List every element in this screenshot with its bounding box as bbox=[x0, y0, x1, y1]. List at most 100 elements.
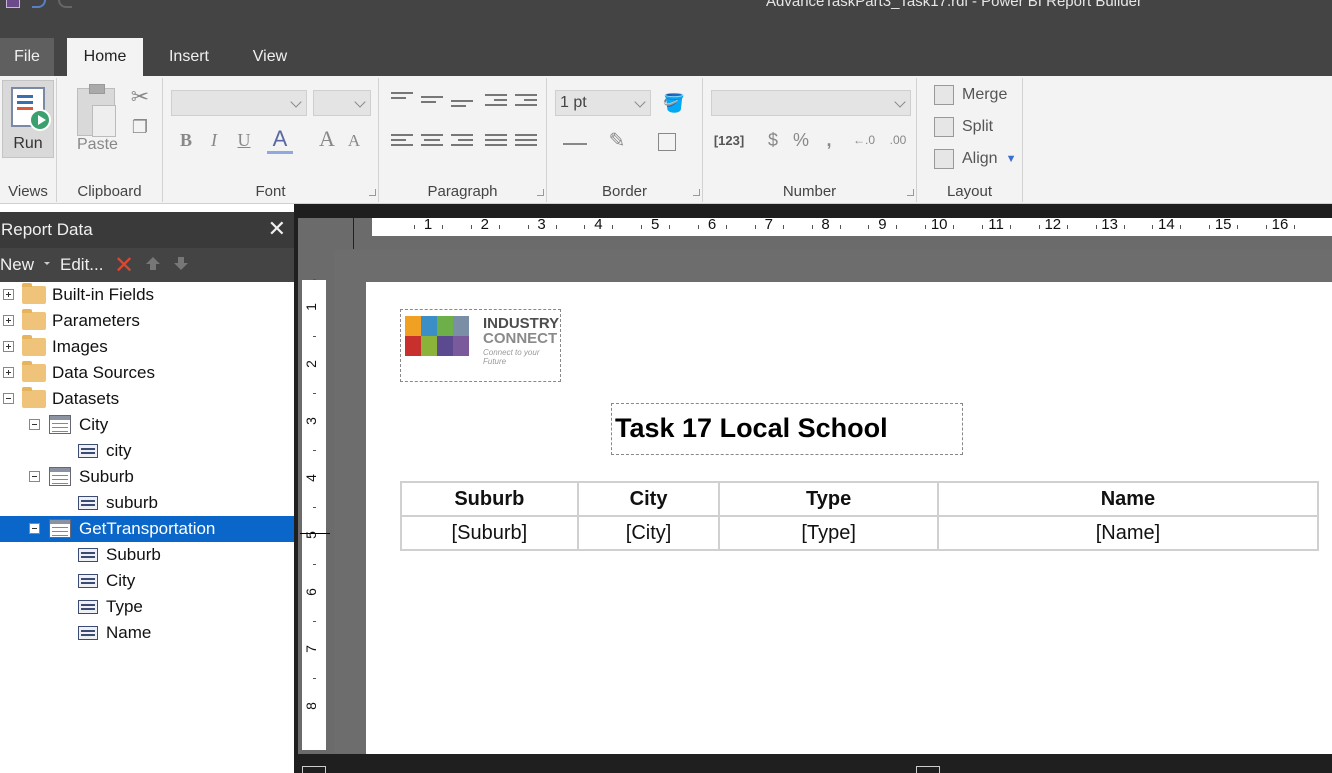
border-color-icon[interactable]: ✎ bbox=[599, 126, 635, 154]
currency-button[interactable]: $ bbox=[761, 128, 785, 152]
tree-node-built-in-fields[interactable]: Built-in Fields bbox=[0, 282, 294, 308]
ruler-number: 7 bbox=[764, 216, 773, 233]
number-group-label: Number bbox=[782, 183, 837, 200]
tree-node-field-name[interactable]: Name bbox=[0, 620, 294, 646]
border-style-icon[interactable] bbox=[557, 134, 593, 154]
tree-node-images[interactable]: Images bbox=[0, 334, 294, 360]
underline-button[interactable]: U bbox=[233, 128, 255, 152]
paragraph-dialog-launcher-icon[interactable] bbox=[537, 189, 544, 196]
tree-node-dataset-suburb[interactable]: Suburb bbox=[0, 464, 294, 490]
header-cell-type[interactable]: Type bbox=[718, 481, 939, 517]
tree-node-field-city[interactable]: City bbox=[0, 568, 294, 594]
font-color-button[interactable]: A bbox=[267, 126, 293, 154]
paste-button[interactable]: Paste bbox=[77, 136, 118, 154]
data-cell-name[interactable]: [Name] bbox=[936, 515, 1320, 551]
tree-node-datasets[interactable]: Datasets bbox=[0, 386, 294, 412]
expand-icon[interactable] bbox=[3, 367, 14, 378]
tree-node-field-city[interactable]: city bbox=[0, 438, 294, 464]
paragraph-group: Paragraph bbox=[379, 78, 547, 202]
placeholder-format-button[interactable]: [123] bbox=[709, 128, 749, 152]
cut-icon[interactable]: ✂ bbox=[127, 84, 153, 110]
tree-node-field-type[interactable]: Type bbox=[0, 594, 294, 620]
tree-node-data-sources[interactable]: Data Sources bbox=[0, 360, 294, 386]
font-size-dropdown[interactable] bbox=[313, 90, 371, 116]
align-center-icon[interactable] bbox=[421, 134, 443, 150]
collapse-icon[interactable] bbox=[29, 471, 40, 482]
bullets-icon[interactable] bbox=[485, 134, 507, 150]
tree-node-field-suburb[interactable]: Suburb bbox=[0, 542, 294, 568]
header-cell-name[interactable]: Name bbox=[936, 481, 1320, 517]
move-up-icon[interactable] bbox=[146, 257, 160, 271]
new-button[interactable]: New bbox=[0, 255, 34, 275]
font-dialog-launcher-icon[interactable] bbox=[369, 189, 376, 196]
tab-insert[interactable]: Insert bbox=[150, 38, 228, 76]
report-page[interactable]: INDUSTRY CONNECT Connect to your Future … bbox=[366, 282, 1332, 754]
paste-icon[interactable] bbox=[77, 84, 116, 137]
expand-icon[interactable] bbox=[3, 341, 14, 352]
align-bottom-icon[interactable] bbox=[451, 100, 473, 116]
number-dialog-launcher-icon[interactable] bbox=[907, 189, 914, 196]
ruler-tick bbox=[313, 507, 316, 508]
border-width-dropdown[interactable]: 1 pt bbox=[555, 90, 651, 116]
expand-icon[interactable] bbox=[3, 289, 14, 300]
tree-node-field-suburb[interactable]: suburb bbox=[0, 490, 294, 516]
edit-button[interactable]: Edit... bbox=[60, 255, 103, 275]
chevron-down-icon[interactable] bbox=[44, 262, 50, 265]
run-button[interactable]: Run bbox=[2, 80, 54, 158]
border-dialog-launcher-icon[interactable] bbox=[693, 189, 700, 196]
tree-node-dataset-city[interactable]: City bbox=[0, 412, 294, 438]
italic-button[interactable]: I bbox=[203, 128, 225, 152]
align-top-icon[interactable] bbox=[391, 92, 413, 108]
increase-indent-icon[interactable] bbox=[515, 94, 537, 110]
comma-button[interactable]: , bbox=[819, 128, 839, 152]
grow-font-button[interactable]: A bbox=[315, 126, 339, 152]
data-cell-type[interactable]: [Type] bbox=[718, 515, 939, 551]
table-row: [Suburb] [City] [Type] [Name] bbox=[400, 515, 1320, 551]
fill-color-icon[interactable]: 🪣 bbox=[657, 90, 691, 116]
numbering-icon[interactable] bbox=[515, 134, 537, 150]
copy-icon[interactable]: ❐ bbox=[129, 116, 151, 138]
collapse-icon[interactable] bbox=[29, 523, 40, 534]
increase-decimal-button[interactable]: ←.0 bbox=[849, 128, 879, 152]
properties-pane-icon[interactable] bbox=[916, 766, 940, 773]
expand-icon[interactable] bbox=[3, 315, 14, 326]
save-icon[interactable] bbox=[6, 0, 20, 8]
tree-node-dataset-gettransportation[interactable]: GetTransportation bbox=[0, 516, 294, 542]
ruler-tick bbox=[1180, 225, 1182, 229]
percent-button[interactable]: % bbox=[789, 128, 813, 152]
header-cell-city[interactable]: City bbox=[576, 481, 721, 517]
redo-icon[interactable] bbox=[58, 0, 72, 8]
borders-icon[interactable] bbox=[649, 130, 685, 154]
align-left-icon[interactable] bbox=[391, 134, 413, 150]
delete-icon[interactable]: ✕ bbox=[114, 251, 134, 280]
undo-icon[interactable] bbox=[32, 0, 46, 8]
font-family-dropdown[interactable] bbox=[171, 90, 307, 116]
number-format-dropdown[interactable] bbox=[711, 90, 911, 116]
align-right-icon[interactable] bbox=[451, 134, 473, 150]
decrease-decimal-button[interactable]: .00 bbox=[883, 128, 913, 152]
move-down-icon[interactable] bbox=[174, 257, 188, 271]
data-cell-city[interactable]: [City] bbox=[576, 515, 721, 551]
tab-view[interactable]: View bbox=[236, 38, 304, 76]
bold-button[interactable]: B bbox=[175, 128, 197, 152]
decrease-indent-icon[interactable] bbox=[485, 94, 507, 110]
collapse-icon[interactable] bbox=[29, 419, 40, 430]
ruler-number: 1 bbox=[423, 216, 433, 233]
tree-node-parameters[interactable]: Parameters bbox=[0, 308, 294, 334]
shrink-font-button[interactable]: A bbox=[343, 130, 365, 152]
tab-file[interactable]: File bbox=[0, 38, 54, 76]
report-title-textbox[interactable]: Task 17 Local School bbox=[611, 403, 963, 455]
ruler-tick bbox=[313, 450, 316, 451]
close-icon[interactable]: ✕ bbox=[268, 216, 286, 242]
report-tablix[interactable]: Suburb City Type Name [Suburb] [City] [T… bbox=[400, 481, 1320, 551]
align-middle-icon[interactable] bbox=[421, 96, 443, 112]
logo-image[interactable]: INDUSTRY CONNECT Connect to your Future bbox=[400, 309, 561, 382]
collapse-icon[interactable] bbox=[3, 393, 14, 404]
split-button[interactable]: Split bbox=[934, 116, 993, 138]
data-cell-suburb[interactable]: [Suburb] bbox=[400, 515, 579, 551]
grouping-pane-icon[interactable] bbox=[302, 766, 326, 773]
align-button[interactable]: Align ▼ bbox=[934, 148, 1016, 170]
merge-button[interactable]: Merge bbox=[934, 84, 1007, 106]
header-cell-suburb[interactable]: Suburb bbox=[400, 481, 579, 517]
tab-home[interactable]: Home bbox=[67, 38, 143, 76]
